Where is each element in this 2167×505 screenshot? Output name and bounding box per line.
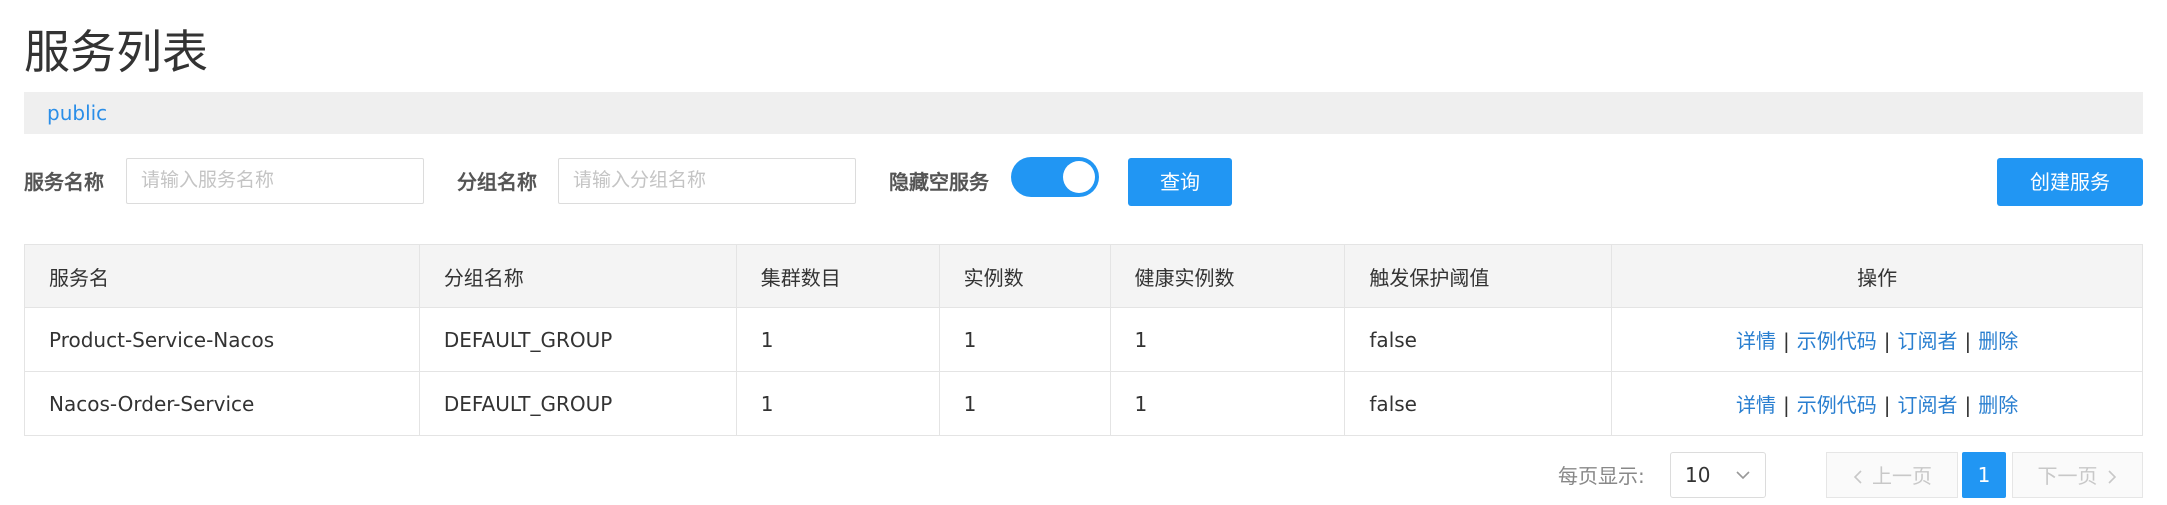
toggle-knob (1063, 161, 1095, 193)
service-table: 服务名 分组名称 集群数目 实例数 健康实例数 触发保护阈值 操作 Produc… (24, 244, 2143, 436)
page-size-select[interactable]: 10 (1670, 452, 1766, 498)
cell-healthy-count: 1 (1109, 307, 1346, 372)
page-size-value: 10 (1685, 463, 1711, 487)
cell-group-name: DEFAULT_GROUP (418, 307, 737, 372)
detail-link[interactable]: 详情 (1736, 393, 1776, 417)
page-number-current[interactable]: 1 (1962, 452, 2006, 498)
subscribers-link[interactable]: 订阅者 (1898, 393, 1958, 417)
separator: | (1783, 393, 1790, 417)
cell-cluster-count: 1 (735, 307, 940, 372)
delete-link[interactable]: 删除 (1978, 393, 2018, 417)
header-cluster-count: 集群数目 (735, 244, 940, 308)
cell-protect-threshold: false (1344, 371, 1613, 436)
delete-link[interactable]: 删除 (1978, 329, 2018, 353)
namespace-public[interactable]: public (47, 92, 107, 134)
namespace-bar: public (24, 92, 2143, 134)
page-title: 服务列表 (24, 25, 208, 79)
sample-code-link[interactable]: 示例代码 (1797, 329, 1877, 353)
next-page-label: 下一页 (2037, 464, 2098, 488)
header-actions: 操作 (1611, 244, 2143, 308)
hide-empty-toggle[interactable] (1011, 157, 1099, 197)
cell-cluster-count: 1 (735, 371, 940, 436)
query-button[interactable]: 查询 (1128, 158, 1232, 206)
header-service-name: 服务名 (24, 244, 420, 308)
separator: | (1964, 393, 1972, 417)
header-instance-count: 实例数 (938, 244, 1111, 308)
cell-healthy-count: 1 (1109, 371, 1346, 436)
page-size-label: 每页显示: (1558, 464, 1645, 488)
cell-protect-threshold: false (1344, 307, 1613, 372)
header-protect-threshold: 触发保护阈值 (1344, 244, 1613, 308)
service-name-label: 服务名称 (24, 170, 104, 194)
separator: | (1964, 329, 1972, 353)
chevron-left-icon (1853, 470, 1862, 484)
group-name-label: 分组名称 (457, 170, 537, 194)
cell-service-name: Product-Service-Nacos (24, 307, 420, 372)
separator: | (1783, 329, 1790, 353)
cell-instance-count: 1 (938, 371, 1111, 436)
detail-link[interactable]: 详情 (1736, 329, 1776, 353)
chevron-right-icon (2107, 470, 2116, 484)
separator: | (1883, 393, 1891, 417)
cell-actions: 详情 | 示例代码 | 订阅者 | 删除 (1611, 371, 2143, 436)
chevron-down-icon (1736, 471, 1750, 480)
header-group-name: 分组名称 (418, 244, 737, 308)
cell-instance-count: 1 (938, 307, 1111, 372)
table-row: Nacos-Order-Service DEFAULT_GROUP 1 1 1 … (24, 371, 2143, 436)
cell-group-name: DEFAULT_GROUP (418, 371, 737, 436)
prev-page-label: 上一页 (1872, 464, 1932, 488)
table-row: Product-Service-Nacos DEFAULT_GROUP 1 1 … (24, 307, 2143, 372)
group-name-input[interactable] (558, 158, 856, 204)
cell-service-name: Nacos-Order-Service (24, 371, 420, 436)
next-page-button[interactable]: 下一页 (2012, 452, 2143, 498)
separator: | (1883, 329, 1891, 353)
table-header-row: 服务名 分组名称 集群数目 实例数 健康实例数 触发保护阈值 操作 (24, 244, 2143, 308)
subscribers-link[interactable]: 订阅者 (1898, 329, 1958, 353)
header-healthy-count: 健康实例数 (1109, 244, 1346, 308)
prev-page-button[interactable]: 上一页 (1826, 452, 1958, 498)
sample-code-link[interactable]: 示例代码 (1797, 393, 1877, 417)
cell-actions: 详情 | 示例代码 | 订阅者 | 删除 (1611, 307, 2143, 372)
service-name-input[interactable] (126, 158, 424, 204)
create-service-button[interactable]: 创建服务 (1997, 158, 2143, 206)
hide-empty-label: 隐藏空服务 (889, 170, 989, 194)
